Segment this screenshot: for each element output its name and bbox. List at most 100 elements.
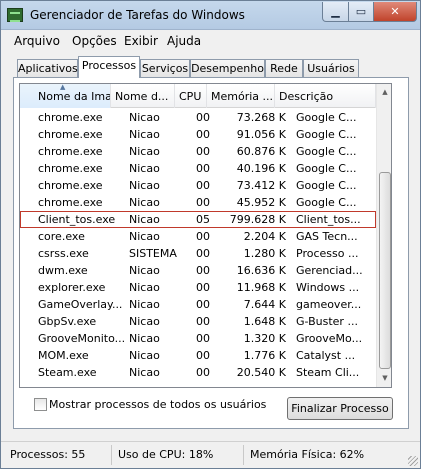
cell-memory: 16.636 K <box>236 264 286 277</box>
tab-processos[interactable]: Processos <box>78 56 140 78</box>
table-row[interactable]: csrss.exe SISTEMA 00 1.280 K Processo ... <box>20 245 376 262</box>
cell-image-name: explorer.exe <box>38 281 106 294</box>
scroll-up-icon[interactable]: ▲ <box>377 84 391 101</box>
cell-image-name: GbpSv.exe <box>38 315 97 328</box>
cell-cpu: 00 <box>196 196 210 209</box>
status-divider <box>111 445 112 465</box>
table-row[interactable]: chrome.exe Nicao 00 45.952 K Google C... <box>20 194 376 211</box>
cell-memory: 1.280 K <box>243 247 286 260</box>
status-bar: Processos: 55 Uso de CPU: 18% Memória Fí… <box>1 441 420 468</box>
cell-memory: 45.952 K <box>236 196 286 209</box>
cell-memory: 1.776 K <box>243 349 286 362</box>
cell-cpu: 00 <box>196 247 210 260</box>
table-row[interactable]: chrome.exe Nicao 00 91.056 K Google C... <box>20 126 376 143</box>
close-button[interactable]: ✕ <box>373 2 417 22</box>
menu-opcoes[interactable]: Opções <box>72 34 117 48</box>
cell-image-name: chrome.exe <box>38 111 103 124</box>
cell-image-name: chrome.exe <box>38 128 103 141</box>
table-row[interactable]: Client_tos.exe Nicao 05 799.628 K Client_tos… <box>20 211 376 228</box>
cell-user-name: Nicao <box>129 128 160 141</box>
status-processes: Processos: 55 <box>10 448 86 461</box>
cell-image-name: chrome.exe <box>38 196 103 209</box>
table-row[interactable]: explorer.exe Nicao 00 11.968 K Windows ... <box>20 279 376 296</box>
tab-desempenho[interactable]: Desempenho <box>190 59 265 78</box>
cell-cpu: 00 <box>196 298 210 311</box>
cell-description: G-Buster ... <box>296 315 358 328</box>
show-all-processes-label: Mostrar processos de todos os usuários <box>49 398 267 411</box>
cell-cpu: 00 <box>196 264 210 277</box>
resize-grip-icon[interactable] <box>408 456 418 466</box>
title-bar[interactable]: Gerenciador de Tarefas do Windows ▁ ▭ ✕ <box>1 1 420 30</box>
cell-description: gameover... <box>296 298 362 311</box>
cell-description: Google C... <box>296 179 357 192</box>
menu-ajuda[interactable]: Ajuda <box>167 34 201 48</box>
cell-description: GAS Tecn... <box>296 230 358 243</box>
cell-user-name: SISTEMA <box>129 247 177 260</box>
table-row[interactable]: GameOverlay... Nicao 00 7.644 K gameover... <box>20 296 376 313</box>
status-cpu: Uso de CPU: 18% <box>118 448 214 461</box>
minimize-button[interactable]: ▁ <box>322 2 349 22</box>
cell-memory: 799.628 K <box>229 213 286 226</box>
tab-usuarios[interactable]: Usuários <box>303 59 359 78</box>
maximize-button[interactable]: ▭ <box>348 2 374 22</box>
cell-image-name: chrome.exe <box>38 145 103 158</box>
show-all-processes-checkbox[interactable] <box>34 398 47 411</box>
table-row[interactable]: MOM.exe Nicao 00 1.776 K Catalyst ... <box>20 347 376 364</box>
cell-memory: 1.320 K <box>243 332 286 345</box>
table-row[interactable]: chrome.exe Nicao 00 60.876 K Google C... <box>20 143 376 160</box>
cell-image-name: Client_tos.exe <box>38 213 116 226</box>
column-header-image-name[interactable]: ▲ Nome da Ima... <box>20 84 111 108</box>
table-row[interactable]: chrome.exe Nicao 00 73.412 K Google C... <box>20 177 376 194</box>
table-row[interactable]: GbpSv.exe Nicao 00 1.648 K G-Buster ... <box>20 313 376 330</box>
cell-memory: 2.204 K <box>243 230 286 243</box>
task-manager-icon <box>7 8 23 22</box>
column-header-user-name[interactable]: Nome d... <box>111 84 175 108</box>
cell-image-name: Steam.exe <box>38 366 97 379</box>
cell-description: Google C... <box>296 162 357 175</box>
cell-memory: 11.968 K <box>236 281 286 294</box>
table-row[interactable]: core.exe Nicao 00 2.204 K GAS Tecn... <box>20 228 376 245</box>
cell-image-name: chrome.exe <box>38 179 103 192</box>
cell-cpu: 00 <box>196 366 210 379</box>
table-row[interactable]: Steam.exe Nicao 00 20.540 K Steam Cli... <box>20 364 376 381</box>
cell-user-name: Nicao <box>129 281 160 294</box>
scroll-down-icon[interactable]: ▼ <box>377 370 391 387</box>
cell-cpu: 00 <box>196 230 210 243</box>
column-header-memory[interactable]: Memória ... <box>207 84 275 108</box>
table-row[interactable]: chrome.exe Nicao 00 40.196 K Google C... <box>20 160 376 177</box>
scroll-thumb[interactable] <box>379 172 391 369</box>
column-header-description[interactable]: Descrição <box>275 84 376 108</box>
cell-image-name: csrss.exe <box>38 247 89 260</box>
cell-cpu: 00 <box>196 145 210 158</box>
cell-description: Google C... <box>296 128 357 141</box>
column-header-cpu[interactable]: CPU <box>175 84 207 108</box>
list-header: ▲ Nome da Ima... Nome d... CPU Memória .… <box>20 84 376 108</box>
maximize-icon: ▭ <box>355 5 367 18</box>
cell-user-name: Nicao <box>129 196 160 209</box>
cell-image-name: chrome.exe <box>38 162 103 175</box>
vertical-scrollbar[interactable]: ▲ ▼ <box>376 84 391 387</box>
table-row[interactable]: dwm.exe Nicao 00 16.636 K Gerenciad... <box>20 262 376 279</box>
process-rows: chrome.exe Nicao 00 73.268 K Google C... chro… <box>20 109 376 381</box>
process-list[interactable]: ▲ Nome da Ima... Nome d... CPU Memória .… <box>19 83 392 388</box>
window-title: Gerenciador de Tarefas do Windows <box>30 8 245 22</box>
tab-servicos[interactable]: Serviços <box>140 59 190 78</box>
cell-user-name: Nicao <box>129 332 160 345</box>
cell-cpu: 00 <box>196 128 210 141</box>
end-process-button[interactable]: Finalizar Processo <box>287 397 393 420</box>
cell-user-name: Nicao <box>129 213 160 226</box>
cell-user-name: Nicao <box>129 162 160 175</box>
cell-memory: 1.648 K <box>243 315 286 328</box>
cell-memory: 73.412 K <box>236 179 286 192</box>
cell-memory: 91.056 K <box>236 128 286 141</box>
table-row[interactable]: chrome.exe Nicao 00 73.268 K Google C... <box>20 109 376 126</box>
tab-aplicativos[interactable]: Aplicativos <box>17 59 78 78</box>
menu-arquivo[interactable]: Arquivo <box>14 34 60 48</box>
cell-image-name: dwm.exe <box>38 264 88 277</box>
minimize-icon: ▁ <box>331 5 340 18</box>
menu-exibir[interactable]: Exibir <box>124 34 158 48</box>
tab-rede[interactable]: Rede <box>265 59 303 78</box>
cell-description: Google C... <box>296 111 357 124</box>
cell-user-name: Nicao <box>129 145 160 158</box>
table-row[interactable]: GrooveMonito... Nicao 00 1.320 K GrooveMo... <box>20 330 376 347</box>
